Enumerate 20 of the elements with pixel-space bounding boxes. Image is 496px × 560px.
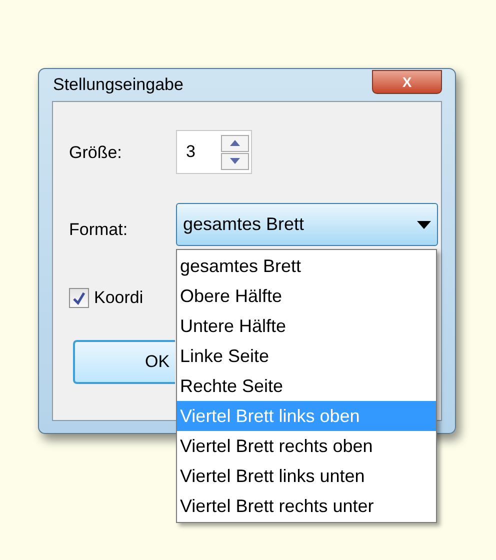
window-title: Stellungseingabe bbox=[53, 74, 184, 96]
format-option[interactable]: Viertel Brett links unten bbox=[177, 461, 436, 491]
size-label: Größe: bbox=[69, 142, 122, 164]
coordinates-label: Koordi bbox=[94, 287, 144, 309]
size-value: 3 bbox=[186, 141, 196, 164]
format-option[interactable]: Linke Seite bbox=[177, 341, 436, 371]
format-option[interactable]: Obere Hälfte bbox=[177, 281, 436, 311]
spin-up-icon[interactable] bbox=[221, 134, 249, 152]
spin-down-icon[interactable] bbox=[221, 152, 249, 170]
ok-button[interactable]: OK bbox=[73, 340, 175, 384]
format-option[interactable]: gesamtes Brett bbox=[177, 251, 436, 281]
format-dropdown[interactable]: gesamtes Brett bbox=[176, 203, 438, 246]
format-option[interactable]: Untere Hälfte bbox=[177, 311, 436, 341]
format-option[interactable]: Viertel Brett rechts unter bbox=[177, 491, 436, 521]
size-spinner[interactable]: 3 bbox=[176, 130, 252, 174]
format-option[interactable]: Viertel Brett rechts oben bbox=[177, 431, 436, 461]
dropdown-caret-icon bbox=[417, 220, 431, 228]
format-label: Format: bbox=[69, 219, 128, 241]
coordinates-checkbox[interactable] bbox=[69, 288, 89, 308]
format-option[interactable]: Rechte Seite bbox=[177, 371, 436, 401]
